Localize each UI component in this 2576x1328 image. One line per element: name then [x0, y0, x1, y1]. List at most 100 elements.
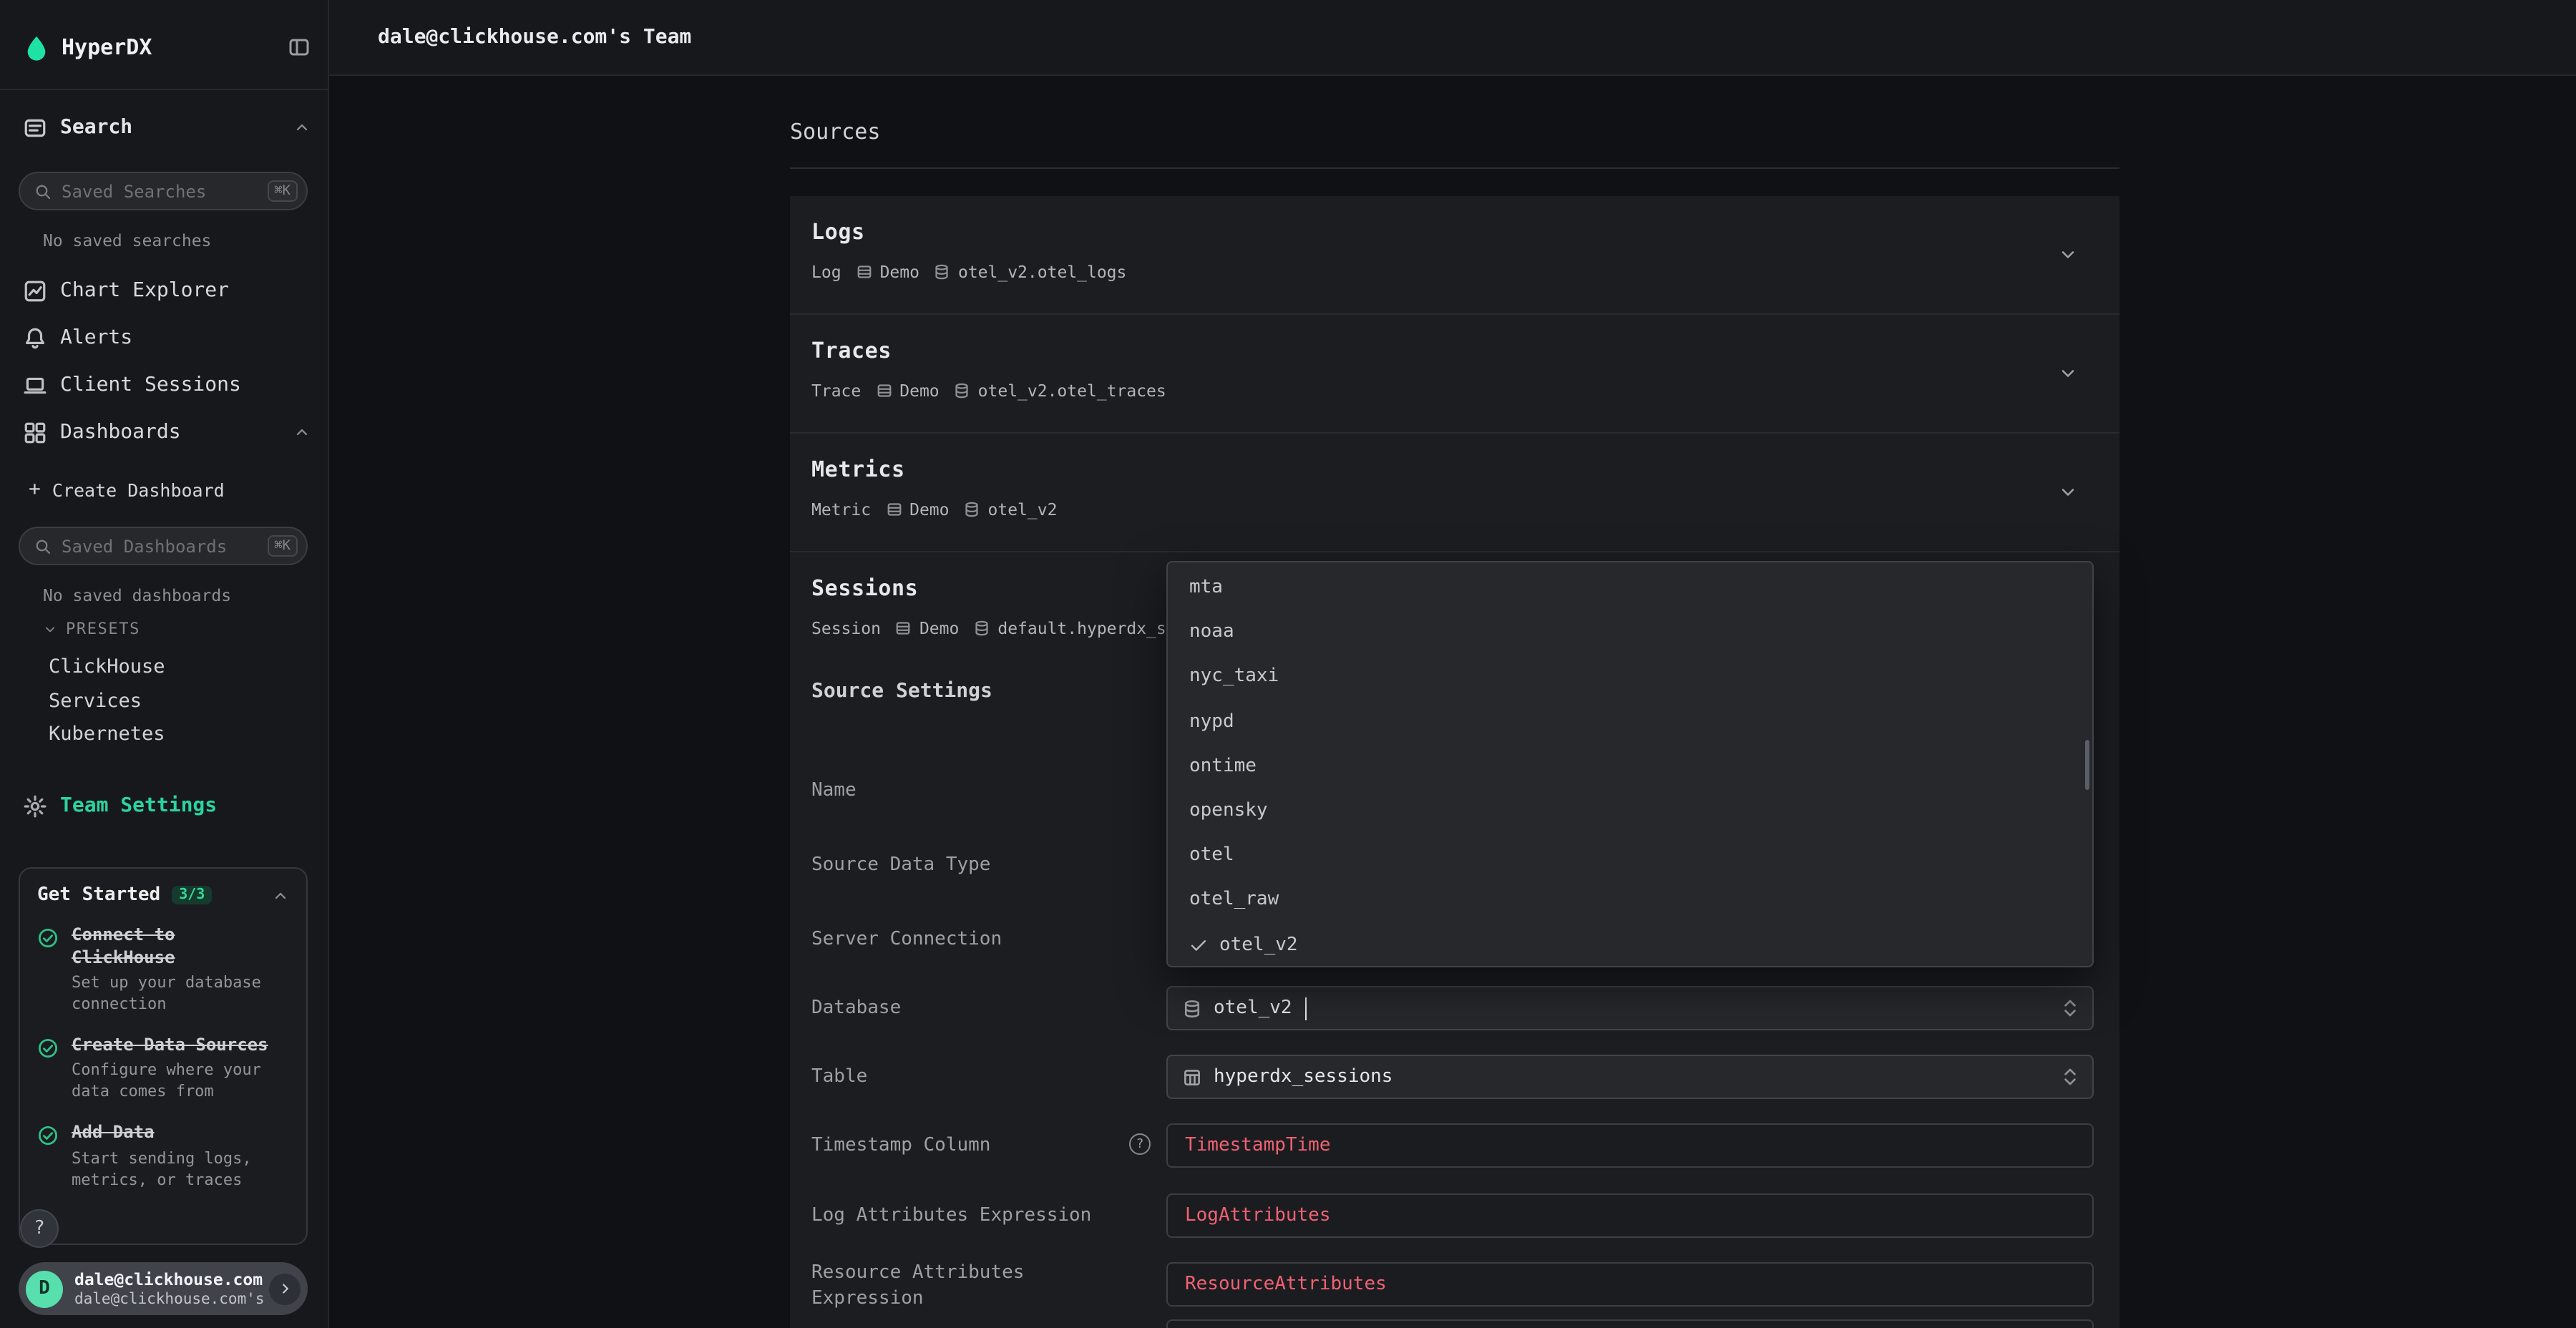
- chevron-down-icon: [43, 622, 57, 636]
- database-value: otel_v2: [1214, 997, 1292, 1019]
- database-icon: [1182, 998, 1202, 1018]
- get-started-header[interactable]: Get Started 3/3: [37, 884, 289, 906]
- task-title: Add Data: [72, 1122, 272, 1144]
- database-icon: [973, 620, 990, 637]
- dropdown-option-label: otel_v2: [1219, 934, 1298, 955]
- task-desc: Configure where your data comes from: [72, 1061, 272, 1103]
- dropdown-option[interactable]: nypd: [1168, 699, 2092, 743]
- dropdown-option[interactable]: otel: [1168, 833, 2092, 877]
- dropdown-option[interactable]: otel_raw: [1168, 878, 2092, 922]
- source-card-logs[interactable]: Logs Log Demo otel_v2.otel_logs: [790, 196, 2119, 315]
- source-target: otel_v2.otel_logs: [958, 262, 1126, 282]
- saved-dashboards-input[interactable]: Saved Dashboards ⌘K: [19, 527, 308, 565]
- nav-label: Client Sessions: [60, 374, 241, 396]
- task-title: Connect to ClickHouse: [72, 924, 272, 969]
- collapse-sidebar-icon[interactable]: [288, 36, 311, 59]
- source-connection: Demo: [880, 262, 919, 282]
- database-icon: [934, 263, 951, 280]
- help-button[interactable]: ?: [20, 1209, 59, 1248]
- nav-label: Chart Explorer: [60, 279, 229, 302]
- user-menu[interactable]: D dale@clickhouse.com dale@clickhouse.co…: [19, 1262, 308, 1315]
- source-connection: Demo: [899, 381, 939, 401]
- sidebar-section-search[interactable]: Search: [23, 112, 311, 143]
- team-settings-link[interactable]: Team Settings: [23, 790, 311, 821]
- resource-attributes-value: ResourceAttributes: [1185, 1274, 1387, 1295]
- dropdown-option[interactable]: nyc_taxi: [1168, 655, 2092, 699]
- task-add-data[interactable]: Add Data Start sending logs, metrics, or…: [37, 1122, 289, 1191]
- grid-icon: [23, 420, 47, 444]
- chevron-down-icon[interactable]: [2058, 363, 2078, 384]
- create-dashboard-button[interactable]: + Create Dashboard: [29, 478, 225, 501]
- dropdown-option-selected[interactable]: otel_v2: [1168, 922, 2092, 967]
- label-resource-attributes: Resource Attributes Expression: [811, 1261, 1112, 1312]
- dropdown-option[interactable]: ontime: [1168, 744, 2092, 788]
- database-select[interactable]: otel_v2: [1166, 986, 2094, 1030]
- sidebar-item-alerts[interactable]: Alerts: [23, 321, 311, 355]
- sidebar-divider: [0, 89, 328, 90]
- source-target: otel_v2.otel_traces: [978, 381, 1166, 401]
- label-source-data-type: Source Data Type: [811, 854, 1155, 876]
- shortcut-badge: ⌘K: [267, 180, 298, 202]
- server-icon: [895, 620, 912, 637]
- chevron-up-icon: [272, 887, 289, 904]
- gear-icon: [23, 794, 47, 818]
- table-icon: [1182, 1067, 1202, 1087]
- label-database: Database: [811, 997, 1155, 1019]
- help-circle-icon[interactable]: ?: [1129, 1133, 1151, 1155]
- presets-label: PRESETS: [66, 620, 140, 638]
- preset-clickhouse[interactable]: ClickHouse: [49, 655, 165, 678]
- scrollbar-thumb[interactable]: [2085, 740, 2089, 790]
- sidebar-item-dashboards[interactable]: Dashboards: [23, 415, 311, 449]
- task-connect-clickhouse[interactable]: Connect to ClickHouse Set up your databa…: [37, 924, 289, 1016]
- main-area: dale@clickhouse.com's Team Sources Logs …: [329, 0, 2576, 1328]
- shortcut-badge: ⌘K: [267, 535, 298, 557]
- search-section-label: Search: [60, 116, 132, 139]
- sidebar-item-chart-explorer[interactable]: Chart Explorer: [23, 273, 311, 308]
- source-name: Metrics: [811, 456, 2078, 482]
- log-attributes-input[interactable]: LogAttributes: [1166, 1193, 2094, 1238]
- laptop-icon: [23, 373, 47, 397]
- chevron-right-icon[interactable]: [269, 1273, 301, 1304]
- presets-toggle[interactable]: PRESETS: [43, 620, 140, 638]
- dropdown-option[interactable]: opensky: [1168, 788, 2092, 833]
- dropdown-option[interactable]: mta: [1168, 565, 2092, 610]
- chart-icon: [23, 278, 47, 303]
- saved-searches-input[interactable]: Saved Searches ⌘K: [19, 172, 308, 210]
- source-type: Session: [811, 618, 881, 638]
- chevron-down-icon[interactable]: [2058, 482, 2078, 502]
- preset-kubernetes[interactable]: Kubernetes: [49, 723, 165, 746]
- title-divider: [790, 167, 2119, 169]
- log-attributes-value: LogAttributes: [1185, 1205, 1331, 1226]
- search-icon: [34, 537, 52, 555]
- page-title: Sources: [790, 119, 880, 145]
- source-target: otel_v2: [988, 499, 1058, 519]
- timestamp-column-value: TimestampTime: [1185, 1135, 1331, 1156]
- timestamp-column-input[interactable]: TimestampTime: [1166, 1123, 2094, 1168]
- database-icon: [964, 501, 981, 518]
- check-circle-icon: [37, 927, 59, 1016]
- source-card-traces[interactable]: Traces Trace Demo otel_v2.otel_traces: [790, 315, 2119, 434]
- table-select[interactable]: hyperdx_sessions: [1166, 1055, 2094, 1099]
- saved-searches-placeholder: Saved Searches: [62, 181, 206, 201]
- sidebar-item-client-sessions[interactable]: Client Sessions: [23, 368, 311, 402]
- source-type: Metric: [811, 499, 871, 519]
- team-settings-label: Team Settings: [60, 794, 217, 817]
- source-target: default.hyperdx_s: [997, 618, 1166, 638]
- nav-label: Dashboards: [60, 421, 181, 444]
- create-dashboard-label: Create Dashboard: [52, 479, 225, 500]
- source-card-metrics[interactable]: Metrics Metric Demo otel_v2: [790, 434, 2119, 552]
- chevron-down-icon[interactable]: [2058, 245, 2078, 265]
- get-started-card: Get Started 3/3 Connect to ClickHouse Se…: [19, 867, 308, 1245]
- dropdown-option[interactable]: noaa: [1168, 610, 2092, 654]
- search-icon: [34, 182, 52, 200]
- source-name: Traces: [811, 338, 2078, 363]
- hyperdx-app: HyperDX Search Saved Searches ⌘K No save…: [0, 0, 2576, 1328]
- preset-services[interactable]: Services: [49, 690, 142, 713]
- task-create-data-sources[interactable]: Create Data Sources Configure where your…: [37, 1035, 289, 1104]
- resource-attributes-input[interactable]: ResourceAttributes: [1166, 1262, 2094, 1307]
- user-name: dale@clickhouse.com: [74, 1269, 265, 1289]
- source-name: Logs: [811, 219, 2078, 245]
- cropped-input[interactable]: [1166, 1319, 2094, 1328]
- task-desc: Start sending logs, metrics, or traces: [72, 1149, 272, 1191]
- select-carets-icon: [2062, 1066, 2078, 1088]
